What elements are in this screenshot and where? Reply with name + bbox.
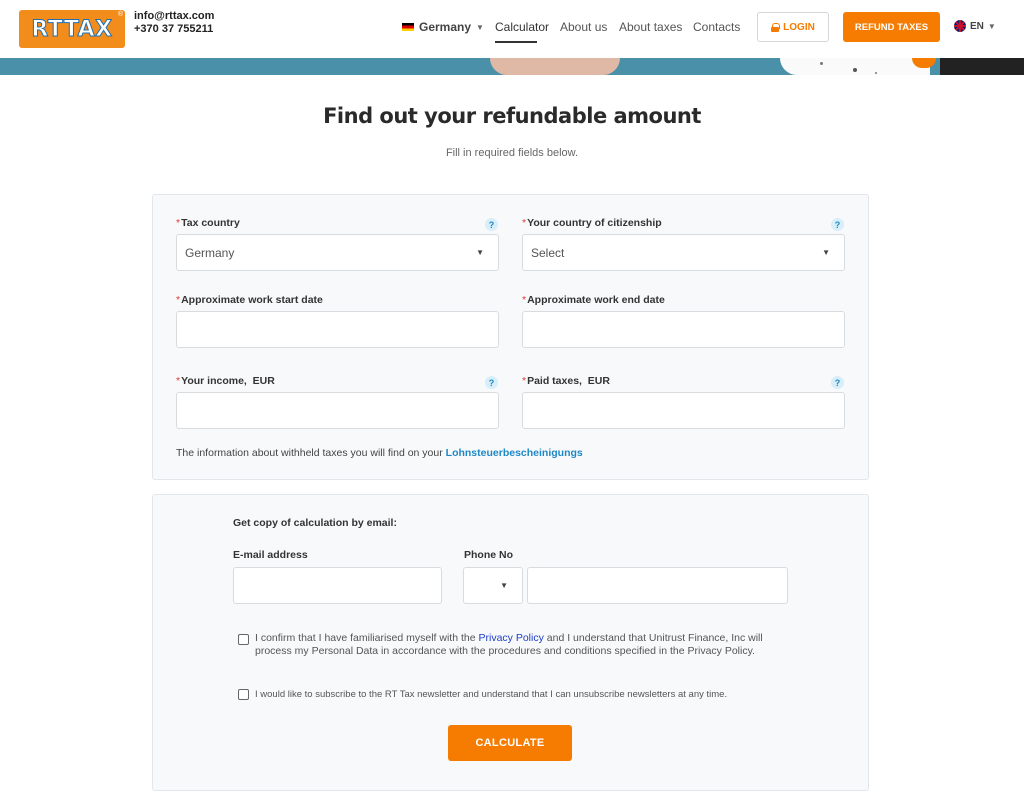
hero-photo-detail — [820, 62, 823, 65]
tax-country-select[interactable]: Germany ▼ — [176, 234, 499, 271]
citizenship-select[interactable]: Select ▼ — [522, 234, 845, 271]
contact-phone[interactable]: +370 37 755211 — [134, 23, 214, 36]
citizenship-value: Select — [531, 246, 565, 260]
income-input[interactable] — [176, 392, 499, 429]
chevron-down-icon: ▼ — [476, 22, 484, 32]
email-copy-heading: Get copy of calculation by email: — [233, 517, 397, 529]
country-selector-label: Germany — [419, 20, 472, 34]
email-label: E-mail address — [233, 549, 308, 561]
country-selector[interactable]: Germany ▼ — [402, 20, 484, 34]
help-icon[interactable]: ? — [485, 376, 498, 389]
refund-taxes-button[interactable]: REFUND TAXES — [843, 12, 940, 42]
page-subtitle: Fill in required fields below. — [445, 147, 579, 159]
help-icon[interactable]: ? — [831, 218, 844, 231]
chevron-down-icon: ▼ — [476, 248, 484, 257]
phone-label: Phone No — [464, 549, 513, 561]
page-title: Find out your refundable amount — [323, 104, 701, 128]
citizenship-label: *Your country of citizenship — [522, 217, 662, 229]
hero-banner — [0, 58, 1024, 75]
start-date-label: *Approximate work start date — [176, 294, 323, 306]
chevron-down-icon: ▼ — [987, 21, 996, 31]
start-date-input[interactable] — [176, 311, 499, 348]
income-label: *Your income, EUR — [176, 375, 275, 387]
newsletter-consent-text: I would like to subscribe to the RT Tax … — [255, 689, 728, 700]
hero-photo-detail — [940, 58, 1024, 75]
nav-contacts[interactable]: Contacts — [693, 20, 740, 34]
required-marker: * — [176, 375, 181, 387]
phone-code-select[interactable]: ▼ — [463, 567, 523, 604]
privacy-consent-text: I confirm that I have familiarised mysel… — [255, 632, 763, 657]
required-marker: * — [522, 375, 527, 387]
privacy-consent-checkbox[interactable] — [238, 634, 249, 645]
email-input[interactable] — [233, 567, 442, 604]
tax-country-label: *Tax country — [176, 217, 240, 229]
tax-country-value: Germany — [185, 246, 235, 260]
required-marker: * — [522, 294, 527, 306]
nav-about-us[interactable]: About us — [560, 20, 607, 34]
germany-flag-icon — [402, 23, 414, 31]
language-selector[interactable]: EN ▼ — [954, 20, 996, 32]
uk-flag-icon — [954, 20, 966, 32]
withheld-taxes-info: The information about withheld taxes you… — [176, 447, 583, 459]
paid-taxes-label: *Paid taxes, EUR — [522, 375, 610, 387]
active-nav-underline — [495, 41, 537, 43]
hero-photo-detail — [780, 58, 930, 75]
site-header: RTTAX ® info@rttax.com +370 37 755211 Ge… — [0, 0, 1024, 58]
calculate-button[interactable]: CALCULATE — [448, 725, 572, 761]
logo-text: RTTAX — [31, 16, 113, 42]
hero-photo-detail — [490, 58, 620, 75]
end-date-input[interactable] — [522, 311, 845, 348]
nav-calculator[interactable]: Calculator — [495, 20, 549, 34]
hero-photo-detail — [853, 68, 857, 72]
chevron-down-icon: ▼ — [822, 248, 830, 257]
language-label: EN — [970, 20, 984, 32]
phone-number-input[interactable] — [527, 567, 788, 604]
login-button[interactable]: LOGIN — [757, 12, 829, 42]
help-icon[interactable]: ? — [831, 376, 844, 389]
lock-icon — [771, 22, 781, 32]
newsletter-checkbox[interactable] — [238, 689, 249, 700]
registered-mark: ® — [117, 11, 123, 18]
hero-photo-detail — [875, 72, 877, 74]
privacy-policy-link[interactable]: Privacy Policy — [479, 632, 544, 644]
login-label: LOGIN — [783, 21, 815, 33]
rttax-logo[interactable]: RTTAX ® — [19, 10, 125, 48]
lohnsteuer-link[interactable]: Lohnsteuerbescheinigungs — [446, 447, 583, 459]
required-marker: * — [522, 217, 527, 229]
end-date-label: *Approximate work end date — [522, 294, 665, 306]
required-marker: * — [176, 217, 181, 229]
chevron-down-icon: ▼ — [500, 581, 508, 590]
required-marker: * — [176, 294, 181, 306]
contact-info: info@rttax.com +370 37 755211 — [134, 10, 214, 36]
help-icon[interactable]: ? — [485, 218, 498, 231]
contact-email[interactable]: info@rttax.com — [134, 10, 214, 23]
paid-taxes-input[interactable] — [522, 392, 845, 429]
nav-about-taxes[interactable]: About taxes — [619, 20, 682, 34]
